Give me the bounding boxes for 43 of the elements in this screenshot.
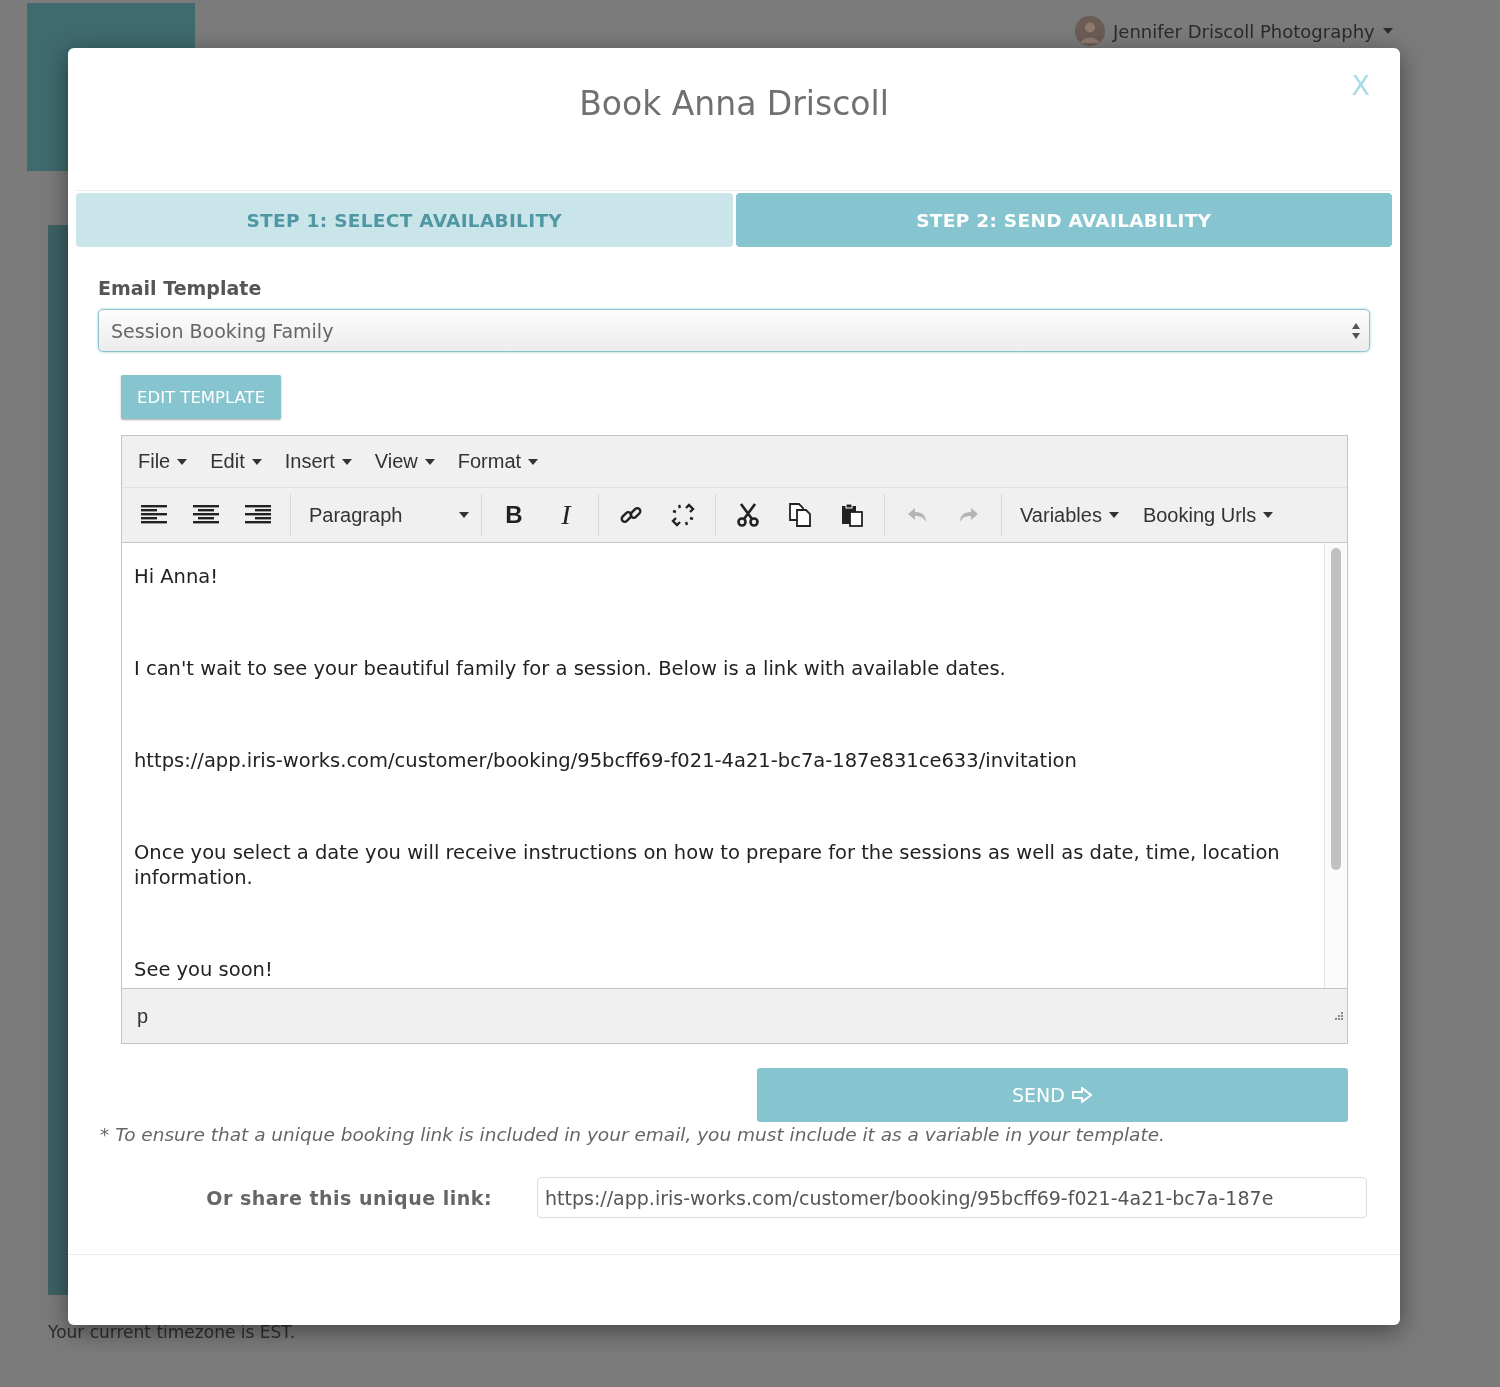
caret-icon <box>1382 28 1393 34</box>
caret-icon <box>424 458 435 465</box>
scissors-icon <box>736 502 760 528</box>
copy-icon <box>787 502 813 528</box>
caret-icon <box>528 458 539 465</box>
email-paragraph: https://app.iris-works.com/customer/booking/95bcff69-f021-4a21-bc7a-187e831ce633/invitation <box>134 748 1078 773</box>
caret-icon <box>251 458 262 465</box>
toolbar-dropdown[interactable]: Variables <box>1020 503 1119 527</box>
menu-item[interactable]: View <box>366 450 450 473</box>
align-right-icon <box>245 504 271 526</box>
email-paragraph: Hi Anna! <box>134 564 220 589</box>
unlink-icon <box>670 502 696 528</box>
select-arrows-icon <box>1351 321 1361 340</box>
caret-icon <box>177 458 188 465</box>
template-select[interactable]: Session Booking Family <box>98 309 1370 352</box>
note-text: * To ensure that a unique booking link is included in your email, you must include it as a variable in your template. <box>100 1124 1166 1145</box>
menu-item[interactable]: Insert <box>276 450 367 473</box>
caret-icon <box>341 458 352 465</box>
bold-button[interactable]: B <box>493 497 535 533</box>
menu-item[interactable]: Format <box>449 450 554 473</box>
share-label: Or share this unique link: <box>205 1186 492 1209</box>
italic-button[interactable]: I <box>545 497 587 533</box>
avatar-icon <box>1075 16 1105 46</box>
email-paragraph: See you soon! <box>134 957 274 982</box>
menu-item[interactable]: Edit <box>202 450 277 473</box>
timezone-text: Your current timezone is EST. <box>48 1322 296 1342</box>
menu-item[interactable]: File <box>130 450 203 473</box>
toolbar-dropdown[interactable]: Booking Urls <box>1142 503 1274 527</box>
element-path: p <box>137 1004 149 1028</box>
field-label: Email Template <box>98 277 263 299</box>
share-link-field[interactable]: https://app.iris-works.com/customer/booking/95bcff69-f021-4a21-bc7a-187e <box>537 1177 1367 1218</box>
caret-icon <box>1263 512 1274 518</box>
caret-icon <box>459 512 469 518</box>
modal-title: Book Anna Driscoll <box>579 84 889 125</box>
arrow-icon <box>1070 1087 1093 1103</box>
align-center-icon <box>193 504 219 526</box>
email-paragraph: I can't wait to see your beautiful family for a session. Below is a link with available dates. <box>134 656 1007 681</box>
caret-icon <box>1108 512 1119 518</box>
email-paragraph: Once you select a date you will receive instructions on how to prepare for the sessions as well as date, time, location information. <box>134 840 1281 890</box>
paste-icon <box>839 502 865 528</box>
align-left-icon <box>141 504 167 526</box>
format-select[interactable]: Paragraph <box>297 503 475 527</box>
scrollbar-thumb[interactable] <box>1331 548 1341 870</box>
